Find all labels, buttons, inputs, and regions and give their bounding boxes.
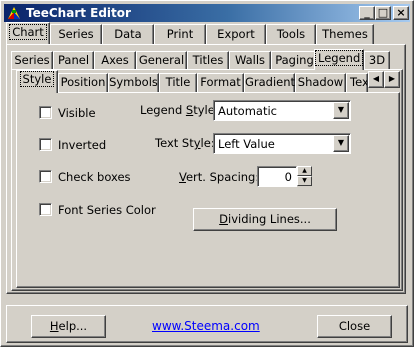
tab-gradient[interactable]: Gradient [244, 73, 295, 92]
spin-down-icon[interactable]: ▼ [297, 176, 312, 186]
steema-website-link[interactable]: www.Steema.com [152, 319, 260, 333]
style-tab-panel [16, 92, 400, 288]
tab-scroll-right-icon[interactable]: ▶ [384, 71, 400, 88]
tab-titles[interactable]: Titles [187, 51, 229, 69]
spin-up-icon[interactable]: ▲ [297, 166, 312, 176]
teechart-editor-window: TeeChart Editor _ □ × Chart Series Data … [0, 0, 414, 347]
inverted-checkbox[interactable] [39, 138, 52, 151]
legend-style-label: Legend Style: [140, 103, 219, 117]
chevron-down-icon[interactable]: ▼ [333, 135, 349, 152]
tab-series-sub[interactable]: Series [11, 51, 53, 69]
title-bar[interactable]: TeeChart Editor _ □ × [4, 4, 410, 22]
tab-text-truncated[interactable]: Tex [346, 73, 368, 92]
tab-panel[interactable]: Panel [53, 51, 94, 69]
tab-data[interactable]: Data [102, 24, 154, 44]
tab-symbols[interactable]: Symbols [108, 73, 159, 92]
tab-walls[interactable]: Walls [229, 51, 271, 69]
window-title: TeeChart Editor [26, 6, 131, 20]
maximize-button[interactable]: □ [375, 6, 391, 20]
chevron-down-icon[interactable]: ▼ [333, 102, 349, 119]
font-series-color-label: Font Series Color [58, 203, 156, 217]
dividing-lines-button[interactable]: Dividing Lines... [193, 208, 337, 231]
text-style-label: Text Style: [155, 136, 215, 150]
tab-scroll-left-icon[interactable]: ◀ [368, 71, 384, 88]
teechart-app-icon [8, 7, 20, 19]
close-button[interactable]: Close [317, 315, 392, 338]
vert-spacing-label: Vert. Spacing: [179, 170, 260, 184]
vert-spacing-input[interactable]: 0 [257, 166, 297, 187]
tab-position[interactable]: Position [58, 73, 108, 92]
vert-spacing-value: 0 [284, 170, 292, 184]
tab-axes[interactable]: Axes [94, 51, 136, 69]
tab-label: Legend [315, 50, 364, 66]
visible-label: Visible [58, 106, 96, 120]
text-style-value: Left Value [218, 137, 275, 151]
tab-format[interactable]: Format [197, 73, 244, 92]
tab-shadow[interactable]: Shadow [295, 73, 346, 92]
text-style-select[interactable]: Left Value ▼ [213, 133, 351, 154]
tab-tools[interactable]: Tools [266, 24, 316, 44]
visible-checkbox[interactable] [39, 106, 52, 119]
help-button[interactable]: Help... [31, 315, 106, 338]
minimize-button[interactable]: _ [359, 6, 375, 20]
tab-series[interactable]: Series [50, 24, 102, 44]
check-boxes-label: Check boxes [58, 170, 131, 184]
inverted-label: Inverted [58, 138, 107, 152]
check-boxes-checkbox[interactable] [39, 170, 52, 183]
tab-style[interactable]: Style [16, 70, 58, 93]
tab-label: Chart [9, 24, 47, 40]
legend-style-select[interactable]: Automatic ▼ [213, 100, 351, 121]
tab-export[interactable]: Export [206, 24, 266, 44]
font-series-color-checkbox[interactable] [39, 203, 52, 216]
tab-general[interactable]: General [136, 51, 187, 69]
close-window-button[interactable]: × [393, 6, 409, 20]
tab-chart[interactable]: Chart [6, 22, 50, 44]
tab-legend[interactable]: Legend [314, 49, 364, 70]
tab-print[interactable]: Print [154, 24, 206, 44]
tab-title[interactable]: Title [159, 73, 197, 92]
tab-paging[interactable]: Paging [271, 51, 318, 69]
tab-themes[interactable]: Themes [316, 24, 374, 44]
tab-3d[interactable]: 3D [364, 51, 390, 69]
legend-style-value: Automatic [218, 104, 277, 118]
tab-label: Style [19, 71, 55, 87]
